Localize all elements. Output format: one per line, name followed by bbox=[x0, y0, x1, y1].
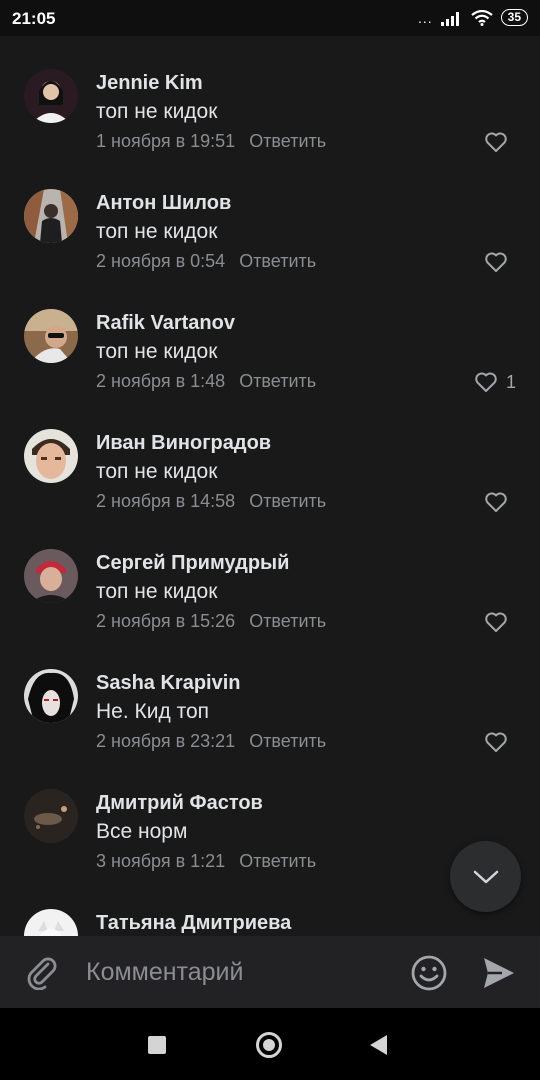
heart-icon bbox=[485, 132, 507, 152]
comment-meta: 2 ноября в 15:26 Ответить bbox=[96, 611, 326, 632]
heart-icon bbox=[485, 612, 507, 632]
avatar[interactable] bbox=[24, 189, 78, 243]
avatar[interactable] bbox=[24, 429, 78, 483]
comment-text: топ не кидок bbox=[96, 580, 218, 603]
comment-author[interactable]: Дмитрий Фастов bbox=[96, 792, 263, 815]
comment-meta: 1 ноября в 19:51 Ответить bbox=[96, 131, 326, 152]
avatar[interactable] bbox=[24, 549, 78, 603]
comment-date: 1 ноября в 19:51 bbox=[96, 131, 236, 151]
comment-text: топ не кидок bbox=[96, 340, 218, 363]
battery-indicator: 35 bbox=[500, 9, 528, 26]
back-icon[interactable] bbox=[370, 1035, 387, 1055]
comment-meta: 2 ноября в 0:54 Ответить bbox=[96, 251, 316, 272]
comment-date: 2 ноября в 23:21 bbox=[96, 731, 236, 751]
comment-meta: 2 ноября в 14:58 Ответить bbox=[96, 491, 326, 512]
comment-item: Sasha Krapivin Не. Кид топ 2 ноября в 23… bbox=[0, 636, 540, 756]
scroll-down-button[interactable] bbox=[450, 841, 521, 912]
comment-date: 2 ноября в 0:54 bbox=[96, 251, 226, 271]
avatar[interactable] bbox=[24, 669, 78, 723]
avatar[interactable] bbox=[24, 69, 78, 123]
like-button[interactable] bbox=[484, 251, 516, 273]
comment-meta: 2 ноября в 1:48 Ответить bbox=[96, 371, 316, 392]
reply-button[interactable]: Ответить bbox=[249, 131, 326, 151]
system-nav-bar bbox=[0, 1008, 540, 1080]
reply-button[interactable]: Ответить bbox=[239, 251, 316, 271]
comment-author[interactable]: Sasha Krapivin bbox=[96, 672, 241, 695]
comment-item: Сергей Примудрый топ не кидок 2 ноября в… bbox=[0, 516, 540, 636]
comment-date: 2 ноября в 14:58 bbox=[96, 491, 236, 511]
comment-input-bar bbox=[0, 936, 540, 1008]
send-icon[interactable] bbox=[480, 954, 518, 992]
heart-icon bbox=[485, 732, 507, 752]
like-button[interactable] bbox=[484, 731, 516, 753]
status-bar: 21:05 ... 35 bbox=[0, 0, 540, 36]
reply-button[interactable]: Ответить bbox=[249, 731, 326, 751]
reply-button[interactable]: Ответить bbox=[249, 611, 326, 631]
comment-text: топ не кидок bbox=[96, 460, 218, 483]
comment-author[interactable]: Иван Виноградов bbox=[96, 432, 271, 455]
comment-item: Rafik Vartanov топ не кидок 2 ноября в 1… bbox=[0, 276, 540, 396]
like-button[interactable]: 1 bbox=[474, 371, 516, 393]
comment-author[interactable]: Татьяна Дмитриева bbox=[96, 912, 291, 935]
comment-author[interactable]: Rafik Vartanov bbox=[96, 312, 235, 335]
status-icons: ... 35 bbox=[418, 9, 528, 26]
comment-author[interactable]: Антон Шилов bbox=[96, 192, 231, 215]
comment-author[interactable]: Сергей Примудрый bbox=[96, 552, 289, 575]
comment-text: топ не кидок bbox=[96, 220, 218, 243]
heart-icon bbox=[485, 492, 507, 512]
avatar[interactable] bbox=[24, 789, 78, 843]
comment-item: Иван Виноградов топ не кидок 2 ноября в … bbox=[0, 396, 540, 516]
comment-date: 2 ноября в 1:48 bbox=[96, 371, 226, 391]
notification-dots: ... bbox=[417, 9, 433, 26]
status-time: 21:05 bbox=[12, 9, 56, 28]
comment-author[interactable]: Jennie Kim bbox=[96, 72, 203, 95]
paperclip-icon[interactable] bbox=[24, 954, 60, 990]
home-icon[interactable] bbox=[256, 1032, 282, 1058]
like-button[interactable] bbox=[484, 491, 516, 513]
avatar[interactable] bbox=[24, 909, 78, 936]
like-button[interactable] bbox=[484, 131, 516, 153]
comment-input[interactable] bbox=[86, 954, 386, 990]
like-count: 1 bbox=[505, 371, 516, 392]
like-button[interactable] bbox=[484, 611, 516, 633]
heart-icon bbox=[475, 372, 497, 392]
emoji-icon[interactable] bbox=[410, 954, 448, 992]
comment-meta: 3 ноября в 1:21 Ответить bbox=[96, 851, 316, 872]
comment-text: Не. Кид топ bbox=[96, 700, 209, 723]
signal-icon bbox=[440, 11, 459, 26]
comment-text: Все норм bbox=[96, 820, 188, 843]
reply-button[interactable]: Ответить bbox=[239, 371, 316, 391]
avatar[interactable] bbox=[24, 309, 78, 363]
wifi-icon bbox=[470, 9, 493, 26]
comment-meta: 2 ноября в 23:21 Ответить bbox=[96, 731, 326, 752]
comment-date: 3 ноября в 1:21 bbox=[96, 851, 226, 871]
comment-date: 2 ноября в 15:26 bbox=[96, 611, 236, 631]
reply-button[interactable]: Ответить bbox=[249, 491, 326, 511]
comments-list[interactable]: Jennie Kim топ не кидок 1 ноября в 19:51… bbox=[0, 36, 540, 936]
comment-text: топ не кидок bbox=[96, 100, 218, 123]
comment-item: Jennie Kim топ не кидок 1 ноября в 19:51… bbox=[0, 36, 540, 156]
heart-icon bbox=[485, 252, 507, 272]
comment-item: Антон Шилов топ не кидок 2 ноября в 0:54… bbox=[0, 156, 540, 276]
reply-button[interactable]: Ответить bbox=[239, 851, 316, 871]
chevron-down-icon bbox=[473, 870, 498, 883]
recent-apps-icon[interactable] bbox=[148, 1036, 166, 1054]
